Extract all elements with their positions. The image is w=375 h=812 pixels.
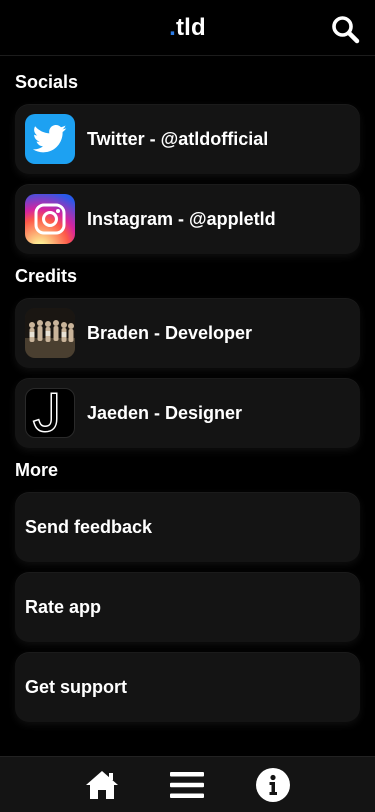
nav-menu-button[interactable] xyxy=(169,767,205,803)
twitter-icon xyxy=(25,114,75,164)
menu-icon xyxy=(170,772,204,798)
send-feedback-button[interactable]: Send feedback xyxy=(15,492,360,562)
logo-text: tld xyxy=(175,13,206,41)
j-letter-avatar xyxy=(25,388,75,438)
nav-info-button[interactable] xyxy=(255,767,291,803)
get-support-label: Get support xyxy=(25,676,127,697)
developer-credit-card[interactable]: Braden - Developer xyxy=(15,298,360,368)
rate-app-label: Rate app xyxy=(25,596,102,617)
developer-credit-label: Braden - Developer xyxy=(87,322,253,343)
section-title-socials: Socials xyxy=(15,72,79,92)
nav-home-button[interactable] xyxy=(84,767,120,803)
search-icon xyxy=(332,16,360,44)
instagram-icon xyxy=(25,194,75,244)
section-title-more: More xyxy=(15,460,59,480)
search-button[interactable] xyxy=(329,13,361,45)
about-screen: .tld Socials Twitter - @atldofficial Ins… xyxy=(0,0,375,812)
app-logo: .tld xyxy=(169,14,206,42)
send-feedback-label: Send feedback xyxy=(25,516,153,537)
twitter-link-card[interactable]: Twitter - @atldofficial xyxy=(15,104,360,174)
logo-dot: . xyxy=(169,13,176,41)
header-bar: .tld xyxy=(0,0,375,56)
twitter-link-label: Twitter - @atldofficial xyxy=(87,128,269,149)
group-photo-avatar xyxy=(25,308,75,358)
home-icon xyxy=(86,771,118,799)
content-area: Socials Twitter - @atldofficial Instagra… xyxy=(0,56,375,756)
instagram-link-label: Instagram - @appletld xyxy=(87,208,276,229)
rate-app-button[interactable]: Rate app xyxy=(15,572,360,642)
info-icon xyxy=(256,768,290,802)
bottom-navigation xyxy=(0,756,375,812)
section-title-credits: Credits xyxy=(15,266,78,286)
get-support-button[interactable]: Get support xyxy=(15,652,360,722)
designer-credit-label: Jaeden - Designer xyxy=(87,402,243,423)
instagram-link-card[interactable]: Instagram - @appletld xyxy=(15,184,360,254)
designer-credit-card[interactable]: Jaeden - Designer xyxy=(15,378,360,448)
